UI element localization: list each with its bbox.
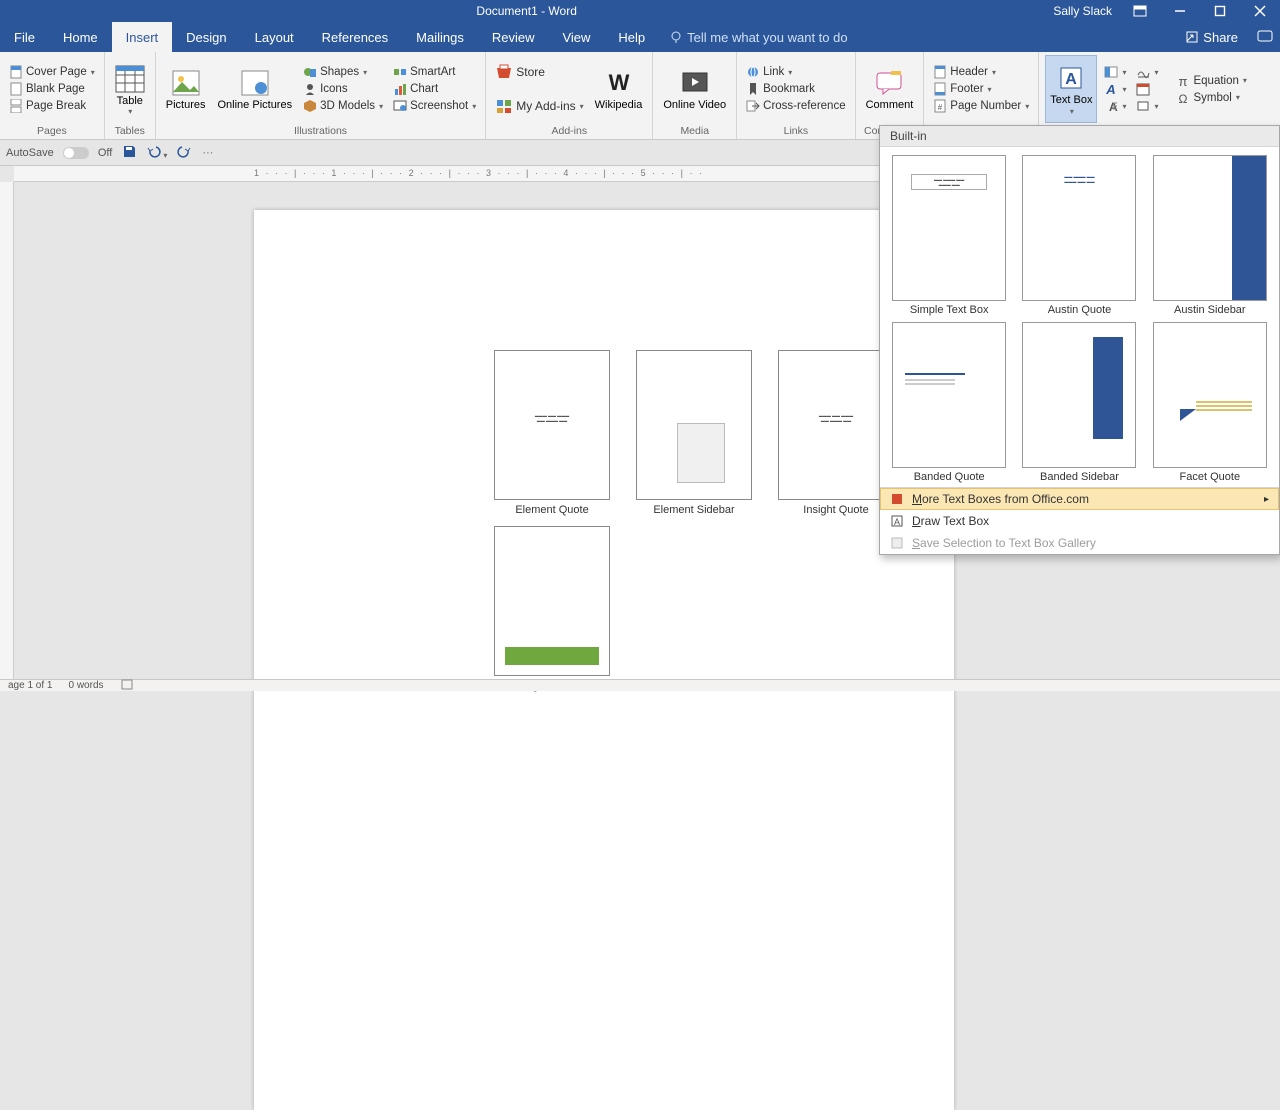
smartart-button[interactable]: SmartArt	[390, 64, 479, 80]
svg-text:A: A	[894, 517, 900, 527]
more-text-boxes-menu-item[interactable]: More Text Boxes from Office.com ▸	[880, 488, 1279, 510]
group-links: Link▾ Bookmark Cross-reference Links	[737, 52, 855, 139]
tab-help[interactable]: Help	[604, 22, 659, 52]
office-icon	[890, 492, 904, 506]
object-button[interactable]: ▾	[1133, 98, 1161, 114]
redo-button[interactable]	[177, 145, 192, 161]
save-gallery-icon	[890, 536, 904, 550]
group-media: Online Video Media	[653, 52, 737, 139]
wikipedia-button[interactable]: WWikipedia	[591, 55, 647, 123]
share-button[interactable]: Share	[1173, 22, 1250, 52]
gallery-item-insight-sidebar[interactable]: Insight Sidebar	[486, 526, 618, 692]
vertical-ruler[interactable]	[0, 182, 14, 679]
tab-layout[interactable]: Layout	[241, 22, 308, 52]
gallery-item-banded-quote[interactable]: Banded Quote	[888, 322, 1010, 483]
tab-review[interactable]: Review	[478, 22, 549, 52]
group-illustrations: Pictures Online Pictures Shapes▾ Icons 3…	[156, 52, 487, 139]
gallery-item-facet-quote[interactable]: Facet Quote	[1149, 322, 1271, 483]
svg-text:#: #	[938, 103, 943, 112]
header-button[interactable]: Header▾	[930, 64, 1032, 80]
maximize-button[interactable]	[1200, 0, 1240, 22]
link-button[interactable]: Link▾	[743, 64, 848, 80]
quick-parts-button[interactable]: ▾	[1101, 64, 1129, 80]
wordart-button[interactable]: A▾	[1101, 81, 1129, 97]
gallery-item-banded-sidebar[interactable]: Banded Sidebar	[1018, 322, 1140, 483]
more-label: ore Text Boxes from Office.com	[922, 492, 1089, 506]
window-title: Document1 - Word	[0, 4, 1053, 18]
title-bar: Document1 - Word Sally Slack	[0, 0, 1280, 22]
tab-references[interactable]: References	[308, 22, 402, 52]
icons-button[interactable]: Icons	[300, 81, 386, 97]
text-box-button[interactable]: AText Box▾	[1045, 55, 1097, 123]
autosave-toggle[interactable]: AutoSave Off	[6, 147, 112, 159]
spell-check-icon[interactable]	[120, 679, 134, 693]
drop-cap-button[interactable]: A▾	[1101, 98, 1129, 114]
group-addins: Store My Add-ins▾ WWikipedia Add-ins	[486, 52, 653, 139]
gallery-extended: ▬▬▬ ▬▬ ▬▬▬▬▬ ▬▬▬ ▬▬ Element Quote Elemen…	[486, 350, 902, 692]
tab-home[interactable]: Home	[49, 22, 112, 52]
status-bar: age 1 of 1 0 words	[0, 679, 1280, 691]
save-to-gallery-menu-item: Save Selection to Text Box Gallery	[880, 532, 1279, 554]
table-button[interactable]: Table▾	[111, 55, 149, 123]
svg-text:Ω: Ω	[1179, 92, 1188, 105]
symbol-button[interactable]: ΩSymbol▾	[1173, 90, 1249, 106]
cover-page-button[interactable]: Cover Page▾	[6, 64, 98, 80]
text-box-gallery-panel: Built-in ▬▬ ▬▬▬ ▬▬▬▬▬ ▬▬ Simple Text Box…	[879, 125, 1280, 555]
draw-text-box-menu-item[interactable]: A Draw Text Box	[880, 510, 1279, 532]
chart-button[interactable]: Chart	[390, 81, 479, 97]
tab-insert[interactable]: Insert	[112, 22, 173, 52]
gallery-item-element-quote[interactable]: ▬▬▬ ▬▬ ▬▬▬▬▬ ▬▬▬ ▬▬ Element Quote	[486, 350, 618, 516]
page-indicator[interactable]: age 1 of 1	[8, 680, 52, 691]
close-button[interactable]	[1240, 0, 1280, 22]
tab-view[interactable]: View	[548, 22, 604, 52]
online-video-button[interactable]: Online Video	[659, 55, 730, 123]
minimize-button[interactable]	[1160, 0, 1200, 22]
ribbon-display-icon[interactable]	[1120, 0, 1160, 22]
shapes-button[interactable]: Shapes▾	[300, 64, 386, 80]
3d-models-button[interactable]: 3D Models▾	[300, 98, 386, 114]
comment-button[interactable]: Comment	[862, 55, 918, 123]
tab-design[interactable]: Design	[172, 22, 240, 52]
tell-me-search[interactable]: Tell me what you want to do	[659, 22, 857, 52]
footer-button[interactable]: Footer▾	[930, 81, 1032, 97]
share-icon	[1185, 30, 1199, 44]
page-break-button[interactable]: Page Break	[6, 98, 98, 114]
submenu-arrow-icon: ▸	[1264, 494, 1269, 505]
date-time-button[interactable]	[1133, 81, 1161, 97]
gallery-item-austin-quote[interactable]: ▬▬ ▬▬▬ ▬▬▬▬▬ ▬▬ ▬▬ Austin Quote	[1018, 155, 1140, 316]
save-icon[interactable]	[122, 144, 137, 162]
online-pictures-button[interactable]: Online Pictures	[214, 55, 297, 123]
comments-pane-icon[interactable]	[1250, 22, 1280, 52]
tab-mailings[interactable]: Mailings	[402, 22, 478, 52]
cross-reference-button[interactable]: Cross-reference	[743, 98, 848, 114]
svg-text:A: A	[1106, 82, 1116, 96]
signature-line-button[interactable]: ▾	[1133, 64, 1161, 80]
user-name[interactable]: Sally Slack	[1053, 4, 1112, 18]
gallery-item-austin-sidebar[interactable]: Austin Sidebar	[1149, 155, 1271, 316]
store-button[interactable]: Store	[492, 63, 586, 81]
group-tables: Table▾ Tables	[105, 52, 156, 139]
lightbulb-icon	[669, 30, 683, 44]
svg-text:π: π	[1179, 74, 1188, 88]
customize-qat-icon[interactable]: ⋯	[202, 146, 213, 159]
equation-button[interactable]: πEquation▾	[1173, 73, 1249, 89]
gallery-item-element-sidebar[interactable]: Element Sidebar	[628, 350, 760, 516]
page-number-button[interactable]: #Page Number▾	[930, 98, 1032, 114]
screenshot-button[interactable]: Screenshot▾	[390, 98, 479, 114]
gallery-section-header: Built-in	[880, 126, 1279, 147]
svg-text:A: A	[1066, 71, 1078, 88]
bookmark-button[interactable]: Bookmark	[743, 81, 848, 97]
tab-bar: File Home Insert Design Layout Reference…	[0, 22, 1280, 52]
tab-file[interactable]: File	[0, 22, 49, 52]
word-count[interactable]: 0 words	[68, 680, 103, 691]
draw-textbox-icon: A	[890, 514, 904, 528]
gallery-item-simple-text-box[interactable]: ▬▬ ▬▬▬ ▬▬▬▬▬ ▬▬ Simple Text Box	[888, 155, 1010, 316]
blank-page-button[interactable]: Blank Page	[6, 81, 98, 97]
svg-text:W: W	[608, 70, 629, 95]
undo-button[interactable]: ▾	[147, 145, 167, 161]
my-addins-button[interactable]: My Add-ins▾	[492, 97, 586, 115]
pictures-button[interactable]: Pictures	[162, 55, 210, 123]
group-pages: Cover Page▾ Blank Page Page Break Pages	[0, 52, 105, 139]
